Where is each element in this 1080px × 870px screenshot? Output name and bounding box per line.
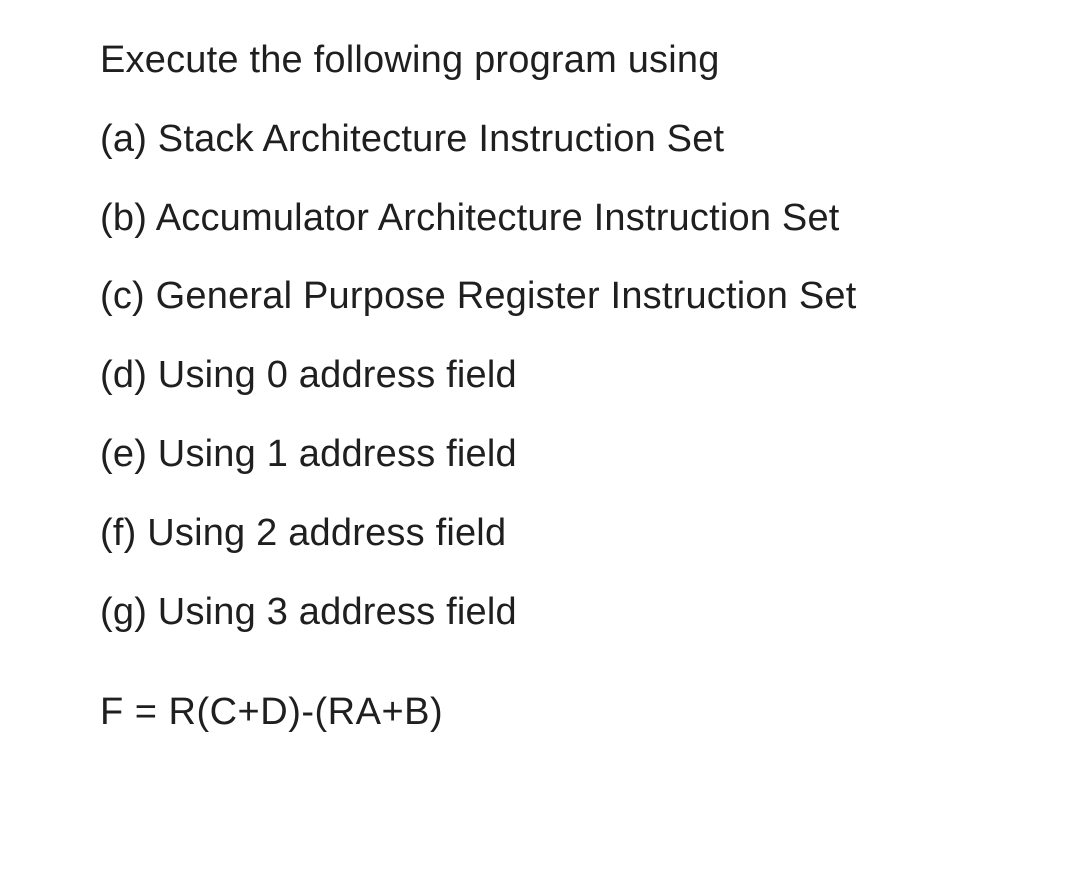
list-item: (g) Using 3 address field [100, 582, 1030, 643]
list-item: (a) Stack Architecture Instruction Set [100, 109, 1030, 170]
list-item: (d) Using 0 address field [100, 345, 1030, 406]
list-item: (b) Accumulator Architecture Instruction… [100, 188, 1030, 249]
list-item: (c) General Purpose Register Instruction… [100, 266, 1030, 327]
list-item: (f) Using 2 address field [100, 503, 1030, 564]
list-item: (e) Using 1 address field [100, 424, 1030, 485]
intro-line: Execute the following program using [100, 30, 1030, 91]
formula-line: F = R(C+D)-(RA+B) [100, 682, 1030, 743]
